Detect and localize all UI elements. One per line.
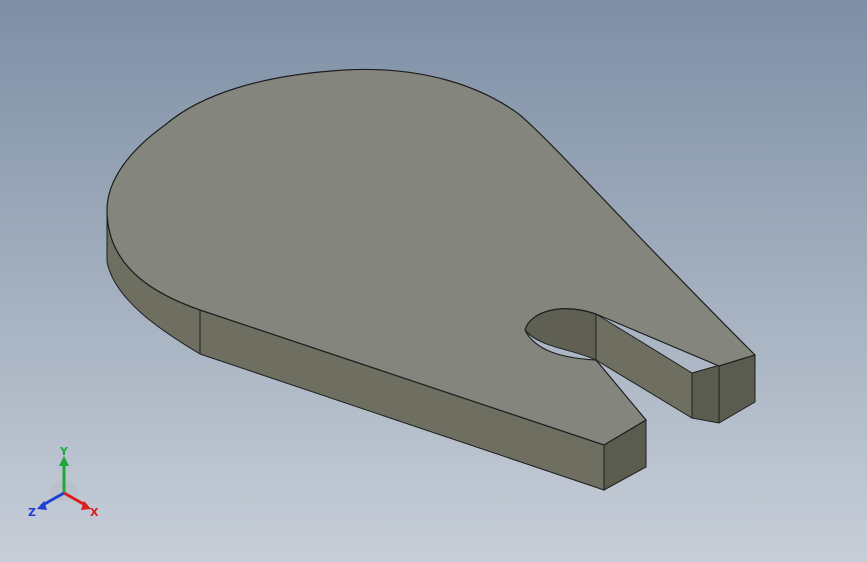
x-axis-label: X — [90, 506, 99, 519]
model-view[interactable] — [0, 0, 867, 562]
z-axis-label: Z — [28, 506, 36, 519]
y-axis-label: Y — [59, 446, 69, 458]
reference-triad: Y X Z — [28, 446, 99, 519]
graphics-viewport[interactable]: Y X Z — [0, 0, 867, 562]
